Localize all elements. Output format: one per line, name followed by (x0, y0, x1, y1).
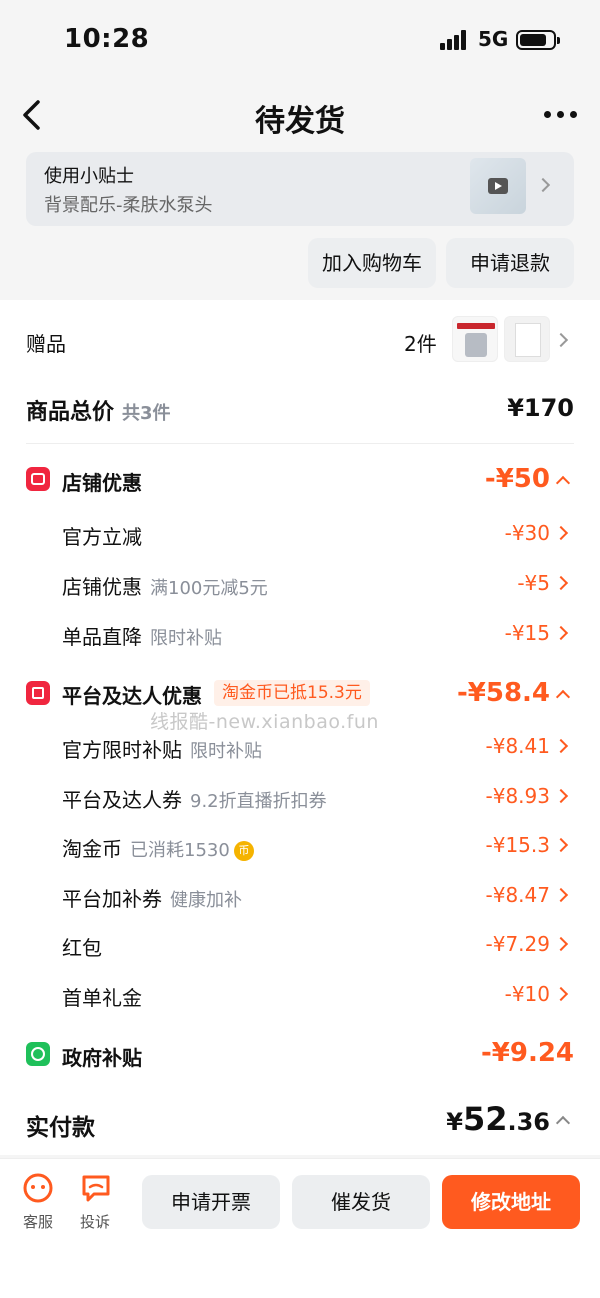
discount-item-value: -¥10 (504, 982, 550, 1006)
page-title: 待发货 (255, 104, 345, 139)
gift-count: 2件 (404, 332, 437, 356)
discount-item: 官方立减 (62, 521, 142, 550)
platform-icon (26, 681, 50, 705)
divider (26, 443, 574, 444)
battery-icon (516, 30, 560, 50)
coin-icon: 币 (233, 840, 254, 861)
customer-service-label[interactable]: 客服 (23, 1211, 53, 1232)
play-icon (488, 178, 508, 194)
more-icon[interactable] (544, 111, 578, 119)
tip-title: 使用小贴士 (44, 166, 134, 187)
discount-item-value: -¥8.41 (485, 734, 550, 758)
discount-item-value: -¥8.47 (485, 883, 550, 907)
status-time: 10:28 (64, 24, 150, 54)
discount-item: 店铺优惠 满100元减5元 (62, 571, 268, 600)
gift-label: 赠品 (26, 332, 66, 356)
video-thumbnail[interactable] (470, 158, 526, 214)
discount-item-value: -¥5 (517, 571, 550, 595)
discount-item: 首单礼金 (62, 982, 142, 1011)
network-type: 5G (478, 27, 509, 51)
discount-item-label: 店铺优惠 (62, 575, 142, 599)
customer-service-icon[interactable] (22, 1173, 54, 1203)
discount-item-sub: 限时补贴 (150, 628, 222, 649)
discount-item-value: -¥15.3 (485, 833, 550, 857)
discount-item: 官方限时补贴 限时补贴 (62, 734, 262, 763)
discount-item-sub: 健康加补 (170, 890, 242, 911)
discount-item: 单品直降 限时补贴 (62, 621, 222, 650)
discount-item-sub: 限时补贴 (190, 741, 262, 762)
gov-subsidy-icon (26, 1042, 50, 1066)
discount-item-value: -¥7.29 (485, 932, 550, 956)
discount-item: 平台及达人券 9.2折直播折扣券 (62, 784, 327, 813)
usage-tip-card[interactable]: 使用小贴士 背景配乐-柔肤水泵头 (26, 152, 574, 226)
discount-item-label: 平台加补券 (62, 887, 162, 911)
paid-label: 实付款 (26, 1115, 95, 1141)
discount-item: 红包 (62, 932, 102, 961)
store-icon (26, 467, 50, 491)
coin-deduction-badge: 淘金币已抵15.3元 (214, 680, 370, 706)
discount-item-sub: 已消耗1530 (130, 840, 230, 861)
complaint-label[interactable]: 投诉 (80, 1211, 110, 1232)
discount-item-label: 平台及达人券 (62, 788, 182, 812)
discount-item-label: 红包 (62, 936, 102, 960)
urge-shipping-button[interactable]: 催发货 (292, 1175, 430, 1229)
discount-item-label: 官方立减 (62, 525, 142, 549)
nav-bar: 待发货 (0, 80, 600, 150)
discount-item: 淘金币 已消耗1530 币 (62, 833, 254, 862)
gift-image-1[interactable] (452, 316, 498, 362)
paid-decimal: .36 (507, 1108, 550, 1136)
add-to-cart-button[interactable]: 加入购物车 (308, 238, 436, 288)
platform-discount-title: 平台及达人优惠 (62, 684, 202, 708)
total-item-count: 共3件 (122, 403, 171, 424)
bottom-action-bar: 客服 投诉 申请开票 催发货 修改地址 (0, 1158, 600, 1298)
discount-item: 平台加补券 健康加补 (62, 883, 242, 912)
discount-item-label: 首单礼金 (62, 986, 142, 1010)
status-bar: 10:28 5G (0, 0, 600, 80)
complaint-icon[interactable] (80, 1173, 112, 1203)
total-label-text: 商品总价 (26, 400, 115, 425)
discount-item-value: -¥8.93 (485, 784, 550, 808)
gov-subsidy-value: -¥9.24 (480, 1038, 574, 1068)
paid-currency: ¥ (446, 1108, 463, 1136)
gift-image-2[interactable] (504, 316, 550, 362)
tip-subtitle: 背景配乐-柔肤水泵头 (44, 195, 213, 216)
discount-item-value: -¥30 (504, 521, 550, 545)
discount-item-value: -¥15 (504, 621, 550, 645)
total-price: ¥170 (507, 394, 574, 422)
platform-discount-total: -¥58.4 (456, 678, 550, 708)
change-address-button[interactable]: 修改地址 (442, 1175, 580, 1229)
store-discount-title: 店铺优惠 (62, 471, 142, 495)
order-detail-page: 10:28 5G 待发货 使用小贴士 背景配乐-柔肤水泵头 加入购物车 申请退款… (0, 0, 600, 1298)
watermark-text: 线报酷-new.xianbao.fun (150, 711, 379, 733)
discount-item-label: 单品直降 (62, 625, 142, 649)
signal-icon (440, 30, 470, 50)
discount-item-sub: 9.2折直播折扣券 (190, 791, 327, 812)
discount-item-label: 官方限时补贴 (62, 738, 182, 762)
paid-amount: ¥52.36 (446, 1100, 550, 1138)
store-discount-total: -¥50 (484, 464, 550, 494)
gov-subsidy-title: 政府补贴 (62, 1046, 142, 1070)
discount-item-sub: 满100元减5元 (150, 578, 268, 599)
request-invoice-button[interactable]: 申请开票 (142, 1175, 280, 1229)
paid-integer: 52 (462, 1100, 508, 1138)
request-refund-button[interactable]: 申请退款 (446, 238, 574, 288)
discount-item-label: 淘金币 (62, 837, 122, 861)
total-label: 商品总价 共3件 (26, 394, 171, 426)
